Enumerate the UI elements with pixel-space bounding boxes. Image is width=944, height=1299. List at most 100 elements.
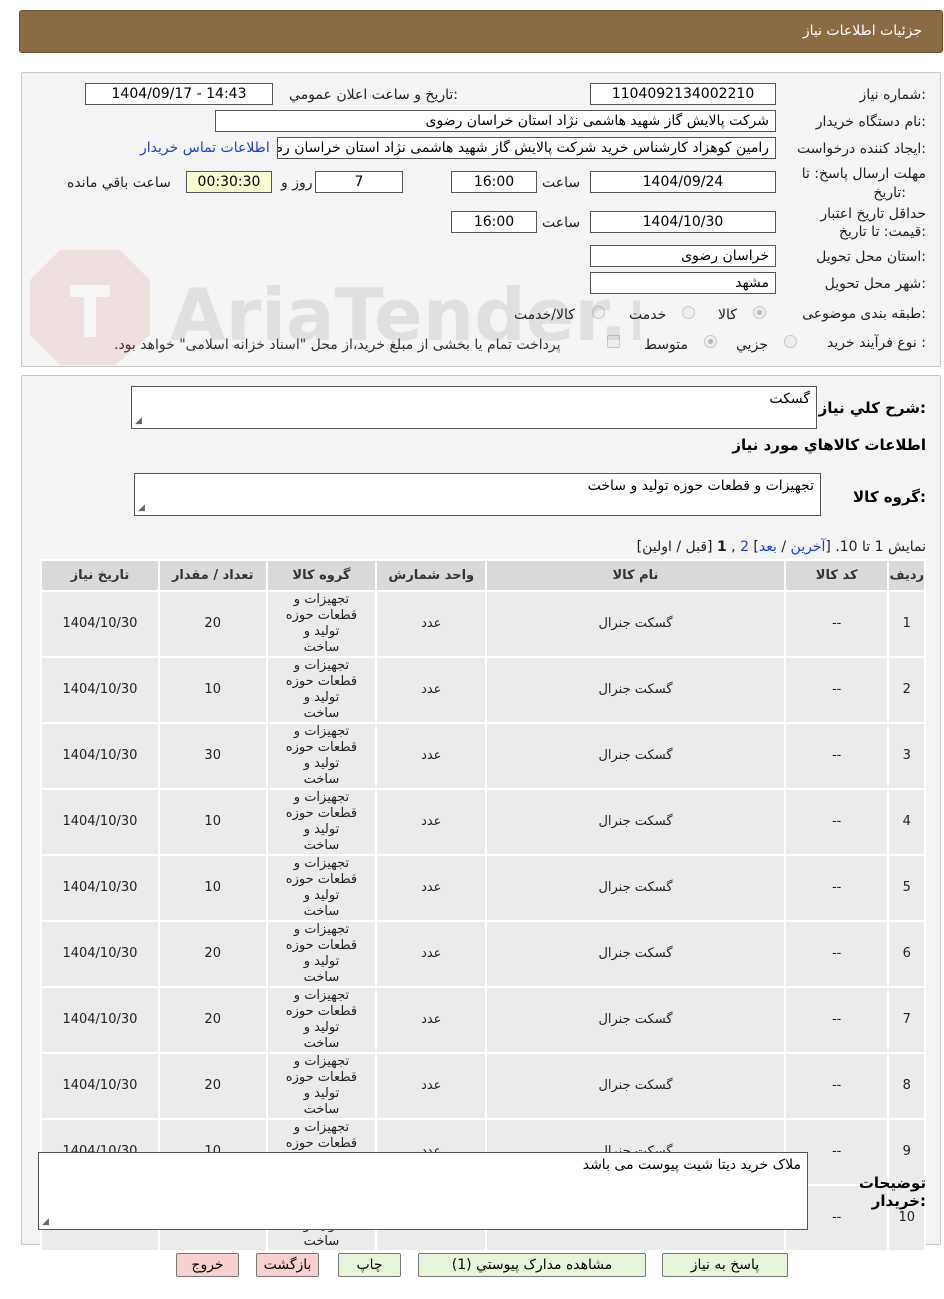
- cell-goods-name: گسکت جنرال: [485, 986, 786, 1054]
- pagination-current-page: 1: [716, 539, 727, 555]
- summary-text: گسکت: [769, 391, 810, 407]
- goods-group-textarea[interactable]: تجهیزات و قطعات حوزه تولید و ساخت ◢: [134, 473, 821, 516]
- buyer-notes-text: ملاک خرید دیتا شیت پیوست می باشد: [582, 1157, 801, 1173]
- category-goods-radio[interactable]: [753, 306, 766, 319]
- cell-row-number: 2: [887, 656, 926, 724]
- process-label: نوع فرآیند خرید :: [827, 335, 926, 351]
- process-minor-radio[interactable]: [784, 335, 797, 348]
- goods-info-title: اطلاعات کالاهاي مورد نیاز: [732, 436, 926, 454]
- cell-goods-group: تجهیزات و قطعات حوزه تولید و ساخت: [265, 656, 378, 724]
- pagination-next-link[interactable]: بعد: [759, 539, 777, 555]
- cell-goods-group: تجهیزات و قطعات حوزه تولید و ساخت: [265, 1052, 378, 1120]
- cell-goods-name: گسکت جنرال: [485, 656, 786, 724]
- city-label: شهر محل تحویل:: [824, 276, 926, 292]
- city-field[interactable]: مشهد: [590, 272, 776, 294]
- category-goods-service-radio[interactable]: [592, 306, 605, 319]
- validity-time-field[interactable]: 16:00: [451, 211, 537, 233]
- process-minor-label: جزيي: [736, 337, 768, 353]
- cell-unit: عدد: [375, 986, 488, 1054]
- cell-row-number: 8: [887, 1052, 926, 1120]
- buyer-contact-link[interactable]: اطلاعات تماس خریدار: [140, 140, 270, 156]
- cell-need-date: 1404/10/30: [40, 656, 160, 724]
- category-service-label: خدمت: [629, 307, 667, 323]
- cell-goods-name: گسکت جنرال: [485, 590, 786, 658]
- cell-goods-code: --: [783, 1052, 890, 1120]
- validity-label-1: حداقل تاریخ اعتبار: [820, 206, 926, 222]
- table-row: 5 -- گسکت جنرال عدد تجهیزات و قطعات حوزه تول…: [40, 854, 926, 922]
- cell-unit: عدد: [375, 722, 488, 790]
- pagination-page-2-link[interactable]: 2: [740, 539, 749, 555]
- days-label: روز و: [281, 175, 313, 191]
- deadline-time-label: ساعت: [542, 175, 581, 191]
- announce-field[interactable]: 1404/09/17 - 14:43: [85, 83, 273, 105]
- cell-goods-group: تجهیزات و قطعات حوزه تولید و ساخت: [265, 986, 378, 1054]
- cell-quantity: 10: [157, 854, 268, 922]
- print-button[interactable]: چاپ: [338, 1253, 401, 1277]
- cell-goods-code: --: [783, 986, 890, 1054]
- cell-row-number: 4: [887, 788, 926, 856]
- validity-date-field[interactable]: 1404/10/30: [590, 211, 776, 233]
- province-label: استان محل تحویل:: [816, 249, 926, 265]
- pagination-mid: ]: [748, 539, 759, 555]
- creator-field[interactable]: رامین کوهزاد کارشناس خرید شرکت پالایش گا…: [277, 137, 776, 159]
- view-attachments-button[interactable]: مشاهده مدارک پیوستي (1): [418, 1253, 646, 1277]
- page-title: جزئیات اطلاعات نیاز: [802, 23, 922, 39]
- back-button[interactable]: بازگشت: [256, 1253, 319, 1277]
- treasury-payment-note: پرداخت تمام یا بخشی از مبلغ خرید،از محل …: [114, 337, 561, 353]
- cell-goods-group: تجهیزات و قطعات حوزه تولید و ساخت: [265, 920, 378, 988]
- cell-need-date: 1404/10/30: [40, 854, 160, 922]
- remaining-timer: 00:30:30: [186, 171, 272, 193]
- buyer-field[interactable]: شرکت پالایش گاز شهید هاشمی نژاد استان خر…: [215, 110, 776, 132]
- col-header-need-date: تاریخ نیاز: [40, 559, 160, 592]
- deadline-label-2: تاریخ:: [873, 185, 906, 201]
- cell-need-date: 1404/10/30: [40, 590, 160, 658]
- pagination-last-link[interactable]: آخرین: [791, 539, 826, 555]
- buyer-notes-textarea[interactable]: ملاک خرید دیتا شیت پیوست می باشد ◢: [38, 1152, 808, 1230]
- treasury-payment-checkbox[interactable]: [607, 335, 620, 348]
- cell-goods-group: تجهیزات و قطعات حوزه تولید و ساخت: [265, 788, 378, 856]
- resize-grip-icon[interactable]: ◢: [42, 1217, 49, 1227]
- cell-goods-code: --: [783, 656, 890, 724]
- reply-button[interactable]: پاسخ به نیاز: [662, 1253, 788, 1277]
- cell-quantity: 20: [157, 1052, 268, 1120]
- buyer-label: نام دستگاه خریدار:: [815, 114, 926, 130]
- validity-time-label: ساعت: [542, 215, 581, 231]
- cell-goods-name: گسکت جنرال: [485, 722, 786, 790]
- days-field[interactable]: 7: [315, 171, 403, 193]
- province-field[interactable]: خراسان رضوی: [590, 245, 776, 267]
- pagination: نمایش 1 تا 10. [آخرین / بعد] 2 , 1 [قبل …: [637, 539, 926, 555]
- need-number-label: شماره نیاز:: [859, 87, 926, 103]
- cell-unit: عدد: [375, 590, 488, 658]
- exit-button[interactable]: خروج: [176, 1253, 239, 1277]
- cell-quantity: 30: [157, 722, 268, 790]
- pagination-sep: /: [776, 539, 791, 555]
- cell-goods-group: تجهیزات و قطعات حوزه تولید و ساخت: [265, 854, 378, 922]
- cell-goods-name: گسکت جنرال: [485, 920, 786, 988]
- category-service-radio[interactable]: [682, 306, 695, 319]
- resize-grip-icon[interactable]: ◢: [138, 503, 145, 513]
- table-row: 2 -- گسکت جنرال عدد تجهیزات و قطعات حوزه تول…: [40, 656, 926, 724]
- cell-need-date: 1404/10/30: [40, 722, 160, 790]
- table-row: 1 -- گسکت جنرال عدد تجهیزات و قطعات حوزه تول…: [40, 590, 926, 658]
- need-number-field[interactable]: 1104092134002210: [590, 83, 776, 105]
- cell-goods-code: --: [783, 590, 890, 658]
- summary-textarea[interactable]: گسکت ◢: [131, 386, 817, 429]
- cell-row-number: 6: [887, 920, 926, 988]
- need-info-panel: شماره نیاز: 1104092134002210 تاریخ و ساع…: [21, 72, 941, 367]
- cell-quantity: 20: [157, 986, 268, 1054]
- col-header-unit: واحد شمارش: [375, 559, 488, 592]
- resize-grip-icon[interactable]: ◢: [135, 416, 142, 426]
- goods-table-header-row: ردیف کد کالا نام کالا واحد شمارش گروه کا…: [40, 559, 926, 592]
- process-medium-label: متوسط: [644, 337, 688, 353]
- cell-row-number: 3: [887, 722, 926, 790]
- process-medium-radio[interactable]: [704, 335, 717, 348]
- deadline-time-field[interactable]: 16:00: [451, 171, 537, 193]
- cell-row-number: 1: [887, 590, 926, 658]
- category-label: طبقه بندی موضوعی:: [802, 306, 926, 322]
- page-header: جزئیات اطلاعات نیاز: [19, 10, 943, 53]
- deadline-label-1: مهلت ارسال پاسخ: تا: [801, 166, 926, 182]
- pagination-prefix: نمایش 1 تا 10. [: [825, 539, 926, 555]
- col-header-row-number: ردیف: [887, 559, 926, 592]
- deadline-date-field[interactable]: 1404/09/24: [590, 171, 776, 193]
- validity-label-2: قیمت: تا تاریخ:: [838, 224, 926, 240]
